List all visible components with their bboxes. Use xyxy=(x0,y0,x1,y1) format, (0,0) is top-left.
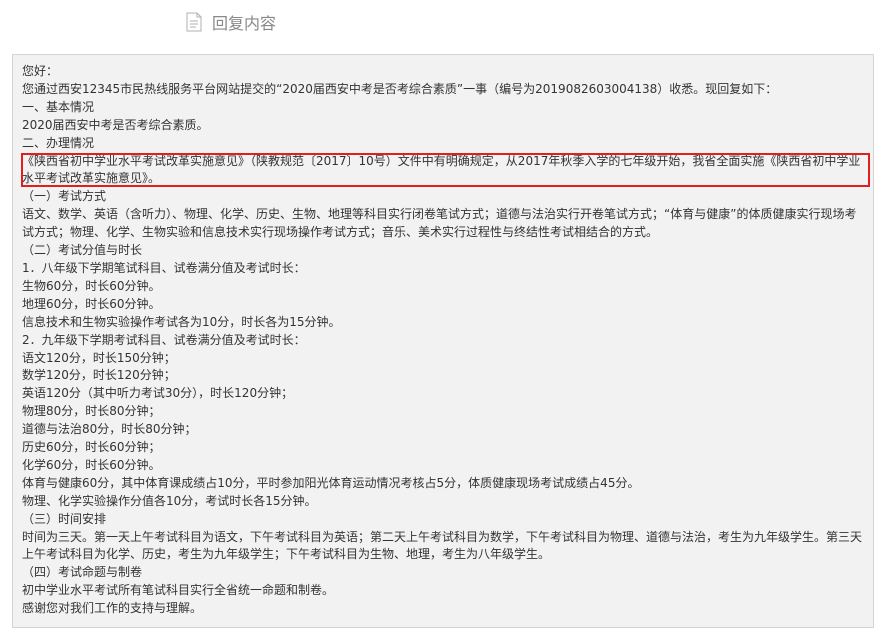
grade8-geography: 地理60分，时长60分钟。 xyxy=(22,296,161,311)
grade9-chemistry: 化学60分，时长60分钟。 xyxy=(22,457,161,472)
reply-header-title: 回复内容 xyxy=(212,14,277,33)
subheading-exam-method: （一）考试方式 xyxy=(22,189,107,204)
policy-text-line-2: 水平考试改革实施意见》。 xyxy=(22,171,161,186)
grade8-it-lab: 信息技术和生物实验操作考试各为10分，时长各为15分钟。 xyxy=(22,314,341,329)
grade9-english: 英语120分（其中听力考试30分），时长120分钟； xyxy=(22,386,294,401)
reply-content-box: 您好： 您通过西安12345市民热线服务平台网站提交的“2020届西安中考是否考… xyxy=(12,54,874,628)
grade9-physics: 物理80分，时长80分钟； xyxy=(22,404,161,419)
grade8-heading: 1．八年级下学期笔试科目、试卷满分值及考试时长： xyxy=(22,260,306,275)
grade9-heading: 2．九年级下学期考试科目、试卷满分值及考试时长： xyxy=(22,332,306,347)
section-heading-handling: 二、办理情况 xyxy=(22,135,95,150)
closing-thanks: 感谢您对我们工作的支持与理解。 xyxy=(22,601,203,616)
section-heading-basic: 一、基本情况 xyxy=(22,99,95,114)
exam-method-line-1: 语文、数学、英语（含听力）、物理、化学、历史、生物、地理等科目实行闭卷笔试方式；… xyxy=(22,207,857,222)
policy-text-line-1: 《陕西省初中学业水平考试改革实施意见》（陕教规范〔2017〕10号）文件中有明确… xyxy=(22,153,861,168)
subheading-scores-duration: （二）考试分值与时长 xyxy=(22,243,143,258)
grade9-history: 历史60分，时长60分钟； xyxy=(22,440,161,455)
schedule-line-2: 上午考试科目为化学、历史，考生为九年级学生；下午考试科目为生物、地理，考生为八年… xyxy=(22,547,551,562)
reply-header: 回复内容 xyxy=(186,8,276,36)
pe-health: 体育与健康60分，其中体育课成绩占10分，平时参加阳光体育运动情况考核占5分，体… xyxy=(22,475,640,490)
basic-info-text: 2020届西安中考是否考综合素质。 xyxy=(22,117,209,132)
greeting: 您好： xyxy=(22,64,59,78)
physics-chem-lab: 物理、化学实验操作分值各10分，考试时长各15分钟。 xyxy=(22,493,317,508)
exam-method-line-2: 试方式；物理、化学、生物实验和信息技术实行现场操作考试方式；音乐、美术实行过程性… xyxy=(22,225,659,240)
grade9-morality-law: 道德与法治80分，时长80分钟； xyxy=(22,422,197,437)
subheading-schedule: （三）时间安排 xyxy=(22,511,107,526)
grade9-chinese: 语文120分，时长150分钟； xyxy=(22,350,176,365)
document-icon xyxy=(186,12,202,32)
subheading-exam-paper: （四）考试命题与制卷 xyxy=(22,565,143,580)
grade8-biology: 生物60分，时长60分钟。 xyxy=(22,278,161,293)
schedule-line-1: 时间为三天。第一天上午考试科目为语文，下午考试科目为英语；第二天上午考试科目为数… xyxy=(22,529,863,544)
exam-paper-text: 初中学业水平考试所有笔试科目实行全省统一命题和制卷。 xyxy=(22,583,335,598)
grade9-math: 数学120分，时长120分钟； xyxy=(22,368,176,383)
intro-line: 您通过西安12345市民热线服务平台网站提交的“2020届西安中考是否考综合素质… xyxy=(22,81,778,96)
